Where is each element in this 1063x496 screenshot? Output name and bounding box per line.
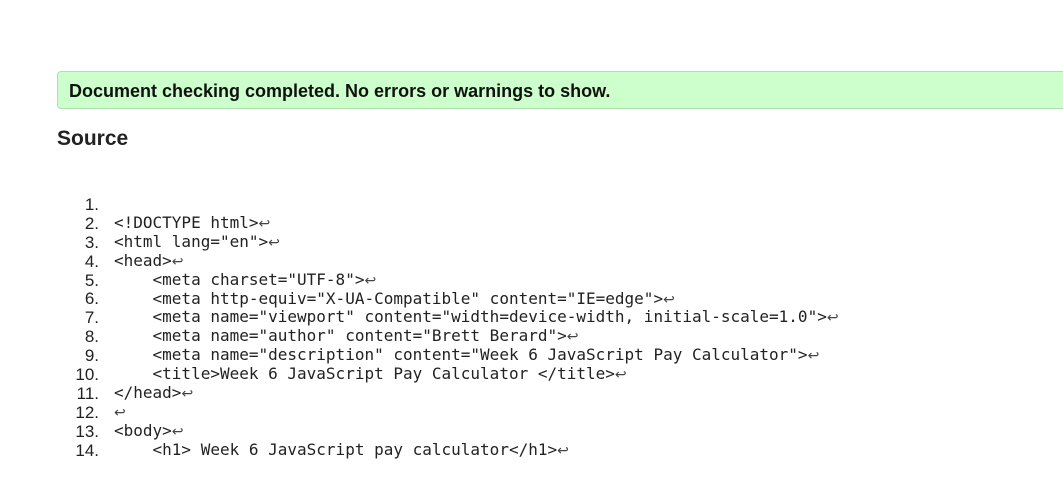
return-icon: ↩ — [171, 253, 184, 270]
line-code: </head>↩ — [114, 383, 194, 403]
source-line: 13. <h1> Week 6 JavaScript pay calculato… — [0, 405, 568, 459]
source-line: 12. <body>↩ — [0, 386, 183, 440]
source-line: 9. <title>Week 6 JavaScript Pay Calculat… — [0, 329, 627, 383]
source-line: 6. <meta name="viewport" content="width=… — [0, 272, 839, 327]
line-number: 14. — [75, 440, 99, 460]
return-icon: ↩ — [807, 348, 820, 365]
line-code: <title>Week 6 JavaScript Pay Calculator … — [114, 364, 627, 384]
success-banner: Document checking completed. No errors o… — [57, 71, 1063, 109]
return-icon: ↩ — [268, 234, 280, 251]
source-line: 10. </head>↩ — [0, 348, 193, 402]
return-icon: ↩ — [826, 310, 839, 327]
source-line: 7. <meta name="author" content="Brett Be… — [0, 291, 579, 345]
source-heading: Source — [57, 127, 129, 150]
source-line: 1. <!DOCTYPE html>↩ — [0, 178, 270, 232]
return-icon: ↩ — [258, 216, 271, 232]
success-message: Document checking completed. No errors o… — [69, 81, 611, 101]
line-code: <h1> Week 6 JavaScript pay calculator</h… — [114, 439, 569, 459]
source-line: 5. <meta http-equiv="X-UA-Compatible" co… — [0, 254, 675, 308]
return-icon: ↩ — [614, 367, 627, 384]
return-icon: ↩ — [171, 423, 184, 440]
return-icon: ↩ — [663, 291, 675, 308]
return-icon: ↩ — [114, 404, 126, 421]
source-line: 3. <head>↩ — [0, 216, 184, 270]
source-line: 2. <html lang="en">↩ — [0, 197, 280, 251]
return-icon: ↩ — [364, 272, 377, 289]
source-line: 14. — [0, 424, 99, 460]
return-icon: ↩ — [566, 329, 579, 346]
return-icon: ↩ — [181, 386, 194, 403]
return-icon: ↩ — [557, 442, 569, 459]
source-line: 11. ↩ — [0, 367, 126, 421]
source-listing: 1. <!DOCTYPE html>↩ 2. <html lang="en">↩… — [0, 178, 839, 460]
source-line: 4. <meta charset="UTF-8">↩ — [0, 235, 376, 289]
source-line: 8. <meta name="description" content="Wee… — [0, 310, 819, 364]
